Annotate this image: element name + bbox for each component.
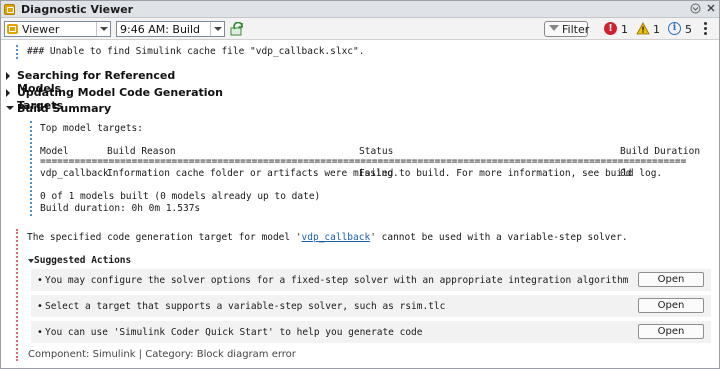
row-model: vdp_callback (40, 168, 109, 179)
section-updating-model-code-generation-targets[interactable]: Updating Model Code Generation Targets (6, 86, 256, 112)
open-button[interactable]: Open (638, 272, 704, 287)
section-label: Build Summary (17, 102, 112, 115)
viewer-dropdown-label: Viewer (22, 23, 60, 36)
more-options-icon[interactable] (704, 22, 708, 36)
open-button[interactable]: Open (638, 324, 704, 339)
build-run-dropdown-label: 9:46 AM: Build (120, 23, 201, 36)
minimize-panel-icon[interactable] (689, 3, 702, 16)
build-summary-marker (30, 121, 32, 216)
viewer-icon (7, 24, 18, 34)
cache-warning-message: ### Unable to find Simulink cache file "… (27, 46, 365, 57)
models-built-summary: 0 of 1 models built (0 models already up… (40, 191, 321, 202)
error-message-prefix: The specified code generation target for… (27, 232, 302, 243)
toolbar: Viewer 9:46 AM: Build Filter ! 1 1 i 5 (1, 18, 719, 40)
row-build-reason: Information cache folder or artifacts we… (107, 168, 399, 179)
info-count-toggle[interactable]: i 5 (668, 21, 696, 37)
top-model-targets-label: Top model targets: (40, 123, 143, 134)
build-run-dropdown[interactable]: 9:46 AM: Build (116, 21, 225, 37)
diagnostic-viewer-window: Diagnostic Viewer Viewer 9:46 AM: Build … (0, 0, 720, 369)
suggested-actions-title: Suggested Actions (34, 255, 132, 266)
section-build-summary[interactable]: Build Summary (6, 102, 156, 115)
close-icon[interactable] (704, 3, 717, 16)
suggested-action-row: • You can use 'Simulink Coder Quick Star… (31, 321, 711, 343)
expand-arrow-icon[interactable] (6, 89, 10, 97)
warning-count-toggle[interactable]: 1 (636, 21, 664, 37)
error-count: 1 (621, 23, 628, 36)
section-searching-referenced-models[interactable]: Searching for Referenced Models (6, 69, 206, 95)
error-count-toggle[interactable]: ! 1 (604, 21, 632, 37)
expand-arrow-icon[interactable] (6, 72, 10, 80)
viewer-dropdown[interactable]: Viewer (4, 21, 111, 37)
table-separator: ========================================… (40, 156, 686, 167)
model-link[interactable]: vdp_callback (302, 232, 371, 243)
bullet-icon: • (37, 275, 43, 286)
refresh-report-icon[interactable] (230, 21, 244, 36)
collapse-arrow-icon[interactable] (6, 106, 14, 110)
suggested-action-row: • You may configure the solver options f… (31, 269, 711, 291)
error-icon: ! (604, 22, 617, 35)
row-status: Failed to build. For more information, s… (359, 168, 663, 179)
chevron-down-icon[interactable] (96, 22, 110, 36)
suggested-action-text: You can use 'Simulink Coder Quick Start'… (45, 327, 423, 338)
suggested-action-text: Select a target that supports a variable… (45, 301, 446, 312)
filter-icon (549, 25, 559, 31)
warning-count: 1 (653, 23, 660, 36)
row-build-duration: 0d (620, 168, 632, 179)
title-bar: Diagnostic Viewer (1, 1, 719, 18)
build-duration-summary: Build duration: 0h 0m 1.537s (40, 203, 201, 214)
filter-button[interactable]: Filter (544, 21, 590, 37)
error-message-suffix: ' cannot be used with a variable-step so… (370, 232, 628, 243)
suggested-actions-toggle[interactable]: Suggested Actions (28, 255, 178, 267)
error-message-marker (16, 229, 18, 361)
bullet-icon: • (37, 327, 43, 338)
chevron-down-icon[interactable] (210, 22, 224, 36)
info-icon: i (668, 22, 681, 35)
open-button[interactable]: Open (638, 298, 704, 313)
filter-button-label: Filter (562, 23, 590, 36)
warning-icon (636, 22, 650, 35)
window-title: Diagnostic Viewer (21, 3, 134, 16)
info-count: 5 (685, 23, 692, 36)
messages-pane: ### Unable to find Simulink cache file "… (1, 41, 719, 368)
bullet-icon: • (37, 301, 43, 312)
suggested-action-text: You may configure the solver options for… (45, 275, 629, 286)
error-component-category: Component: Simulink | Category: Block di… (28, 349, 296, 360)
error-message: The specified code generation target for… (27, 232, 628, 243)
info-message-marker (16, 45, 18, 59)
diagnostic-viewer-app-icon (4, 4, 15, 15)
suggested-action-row: • Select a target that supports a variab… (31, 295, 711, 317)
